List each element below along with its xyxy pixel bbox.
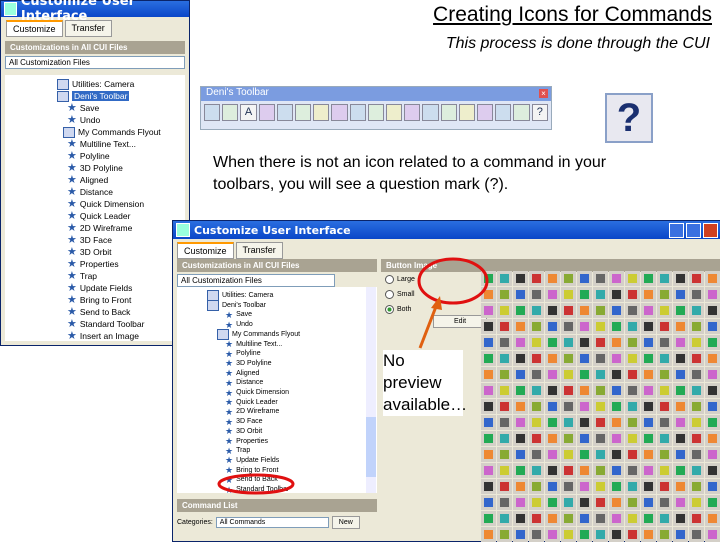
annotation-layer	[217, 257, 489, 495]
arrow	[418, 303, 439, 349]
highlight-circle-insert-image	[217, 473, 295, 495]
highlight-circle-preview	[417, 257, 489, 305]
no-preview-callout: No preview available…	[383, 350, 468, 416]
